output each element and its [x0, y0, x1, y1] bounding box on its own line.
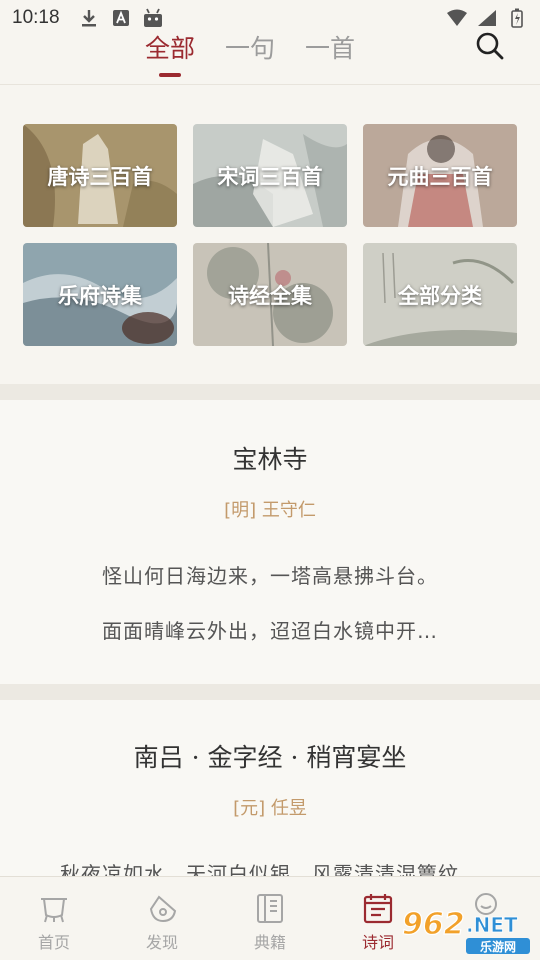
nav-label: 诗词: [361, 933, 394, 952]
watermark-caption: 乐游网: [480, 939, 516, 954]
poem-card[interactable]: 南吕 · 金字经 · 稍宵宴坐 [元] 任昱 秋夜凉如水，天河白似银，风露清清湿…: [0, 700, 540, 876]
book-icon: [257, 894, 283, 923]
nav-home[interactable]: 首页: [0, 877, 108, 960]
section-divider: [0, 684, 540, 700]
calendar-poem-icon: [363, 894, 393, 924]
nav-label: 典籍: [253, 933, 286, 952]
watermark-number: 962: [402, 907, 465, 942]
header-divider: [0, 84, 540, 85]
site-watermark: 962 .NET 乐游网: [396, 900, 534, 956]
header: 全部 一句 一首: [0, 20, 540, 84]
watermark-logo: 962 .NET 乐游网: [401, 906, 530, 954]
category-shijing[interactable]: 诗经全集: [193, 243, 347, 346]
tab-all[interactable]: 全部: [145, 29, 195, 75]
nav-label: 发现: [145, 933, 178, 952]
poem-title: 宝林寺: [232, 445, 308, 474]
category-grid: 唐诗三百首 宋词三百首 元曲三百首 乐府诗集 诗经全集 全部分类: [23, 124, 517, 346]
category-tang-poems[interactable]: 唐诗三百首: [23, 124, 177, 227]
search-icon[interactable]: [474, 30, 506, 62]
category-all-categories[interactable]: 全部分类: [363, 243, 517, 346]
poem-author: [元] 任昱: [233, 798, 307, 819]
nav-discover[interactable]: 发现: [108, 877, 216, 960]
watermark-suffix: .NET: [466, 913, 518, 937]
nav-label: 首页: [37, 933, 70, 952]
poem-line: 怪山何日海边来，一塔高悬拂斗台。: [102, 564, 438, 588]
category-label: 诗经全集: [228, 282, 312, 308]
discover-icon: [149, 895, 177, 923]
category-label: 全部分类: [398, 282, 482, 308]
poem-title: 南吕 · 金字经 · 稍宵宴坐: [133, 743, 407, 772]
tab-sentence[interactable]: 一句: [225, 29, 275, 75]
tab-bar: 全部 一句 一首: [145, 29, 355, 75]
category-label: 唐诗三百首: [47, 163, 153, 189]
poem-card[interactable]: 宝林寺 [明] 王守仁 怪山何日海边来，一塔高悬拂斗台。 面面晴峰云外出，迢迢白…: [0, 400, 540, 684]
category-yuefu[interactable]: 乐府诗集: [23, 243, 177, 346]
category-label: 宋词三百首: [217, 163, 323, 189]
home-pot-icon: [41, 898, 67, 923]
category-label: 元曲三百首: [387, 163, 493, 189]
category-song-ci[interactable]: 宋词三百首: [193, 124, 347, 227]
section-divider: [0, 384, 540, 400]
category-yuan-qu[interactable]: 元曲三百首: [363, 124, 517, 227]
category-label: 乐府诗集: [58, 282, 142, 308]
nav-classics[interactable]: 典籍: [216, 877, 324, 960]
poem-line: 面面晴峰云外出，迢迢白水镜中开…: [102, 619, 438, 643]
poem-author: [明] 王守仁: [224, 500, 316, 521]
poem-line: 秋夜凉如水，天河白似银，风露清清湿簟纹。: [60, 862, 480, 876]
tab-poem[interactable]: 一首: [305, 29, 355, 75]
